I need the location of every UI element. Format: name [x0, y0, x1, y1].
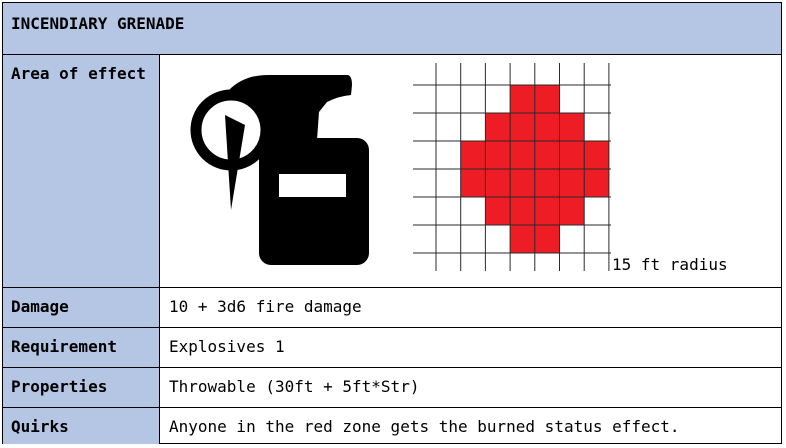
red-zone-cell [485, 113, 511, 141]
red-zone-cell [559, 113, 585, 141]
area-grid [413, 63, 611, 271]
red-zone-cell [485, 197, 511, 225]
red-zone-cell [534, 197, 560, 225]
damage-row: Damage 10 + 3d6 fire damage [3, 288, 781, 328]
red-zone-cell [534, 113, 560, 141]
properties-label: Properties [3, 368, 160, 407]
item-title: INCENDIARY GRENADE [3, 3, 781, 55]
damage-value: 10 + 3d6 fire damage [169, 297, 362, 316]
red-zone-cell [485, 141, 511, 169]
red-zone-cell [559, 197, 585, 225]
area-of-effect-value: 15 ft radius [160, 55, 781, 287]
red-zone-cell [510, 225, 535, 253]
requirement-label: Requirement [3, 328, 160, 367]
properties-row: Properties Throwable (30ft + 5ft*Str) [3, 368, 781, 408]
red-zone-cell [510, 169, 535, 197]
red-zone-cell [460, 169, 486, 197]
requirement-row: Requirement Explosives 1 [3, 328, 781, 368]
red-zone-cell [510, 85, 535, 113]
red-zone-cell [510, 141, 535, 169]
red-zone-cell [534, 225, 560, 253]
grenade-icon [190, 74, 369, 265]
properties-value: Throwable (30ft + 5ft*Str) [169, 377, 420, 396]
red-zone-cell [584, 169, 609, 197]
red-zone-cell [534, 141, 560, 169]
red-zone-cell [534, 85, 560, 113]
requirement-value: Explosives 1 [169, 337, 285, 356]
quirks-row: Quirks Anyone in the red zone gets the b… [3, 408, 781, 444]
area-of-effect-row: Area of effect 15 ft radius [3, 55, 781, 288]
red-zone-cell [559, 141, 585, 169]
item-card: INCENDIARY GRENADE Area of effect 15 ft … [2, 2, 782, 444]
red-zone-cell [584, 141, 609, 169]
red-zone-cell [510, 113, 535, 141]
quirks-label: Quirks [3, 408, 160, 444]
quirks-value: Anyone in the red zone gets the burned s… [169, 417, 680, 436]
red-zone-cell [510, 197, 535, 225]
area-of-effect-label: Area of effect [3, 55, 160, 287]
red-zone-cell [559, 169, 585, 197]
radius-label: 15 ft radius [612, 255, 728, 274]
red-zone-cell [460, 141, 486, 169]
red-zone-cell [534, 169, 560, 197]
red-zone-cell [485, 169, 511, 197]
damage-label: Damage [3, 288, 160, 327]
